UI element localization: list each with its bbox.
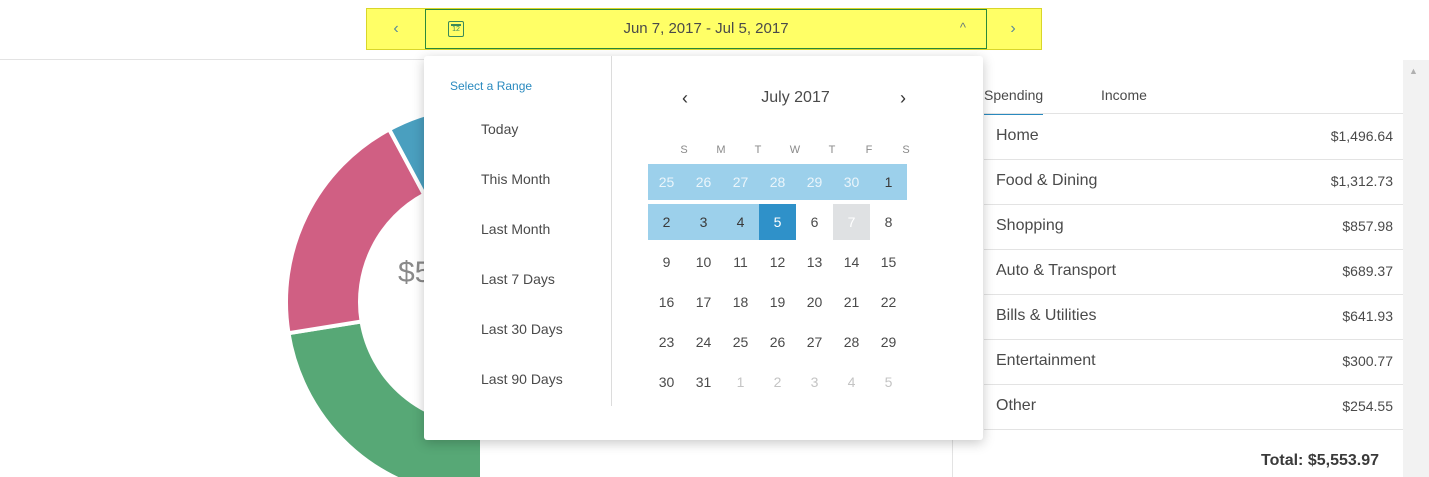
- range-last-month[interactable]: Last Month: [481, 221, 550, 237]
- calendar-day[interactable]: 5: [759, 204, 796, 240]
- chevron-left-icon: ‹: [393, 20, 399, 37]
- date-range-toggle[interactable]: 12 Jun 7, 2017 - Jul 5, 2017 ^: [425, 9, 987, 49]
- date-range-picker: Select a Range Today This Month Last Mon…: [424, 56, 983, 440]
- calendar-day[interactable]: 26: [759, 324, 796, 360]
- scrollbar[interactable]: [1403, 60, 1429, 477]
- category-row[interactable]: Home $1,496.64: [984, 115, 1403, 160]
- calendar-day[interactable]: 28: [759, 164, 796, 200]
- range-last-30-days[interactable]: Last 30 Days: [481, 321, 563, 337]
- calendar-day[interactable]: 10: [685, 244, 722, 280]
- calendar-day[interactable]: 2: [648, 204, 685, 240]
- chevron-up-icon: ^: [959, 20, 966, 35]
- calendar-day[interactable]: 30: [648, 364, 685, 400]
- category-amount: $641.93: [1342, 308, 1393, 324]
- category-row[interactable]: Food & Dining $1,312.73: [984, 160, 1403, 205]
- calendar-month-label: July 2017: [761, 89, 830, 106]
- tab-income[interactable]: Income: [1101, 87, 1147, 113]
- calendar-day[interactable]: 4: [722, 204, 759, 240]
- calendar-header: ‹ July 2017 ›: [612, 88, 983, 112]
- calendar-day[interactable]: 25: [722, 324, 759, 360]
- total-amount: Total: $5,553.97: [1261, 452, 1379, 469]
- calendar-day[interactable]: 18: [722, 284, 759, 320]
- calendar-day[interactable]: 31: [685, 364, 722, 400]
- calendar-day[interactable]: 19: [759, 284, 796, 320]
- ranges-title: Select a Range: [450, 79, 533, 93]
- calendar-day[interactable]: 15: [870, 244, 907, 280]
- calendar-day[interactable]: 4: [833, 364, 870, 400]
- calendar-day[interactable]: 7: [833, 204, 870, 240]
- calendar-day[interactable]: 26: [685, 164, 722, 200]
- weekday-header: S: [680, 144, 688, 156]
- calendar-day[interactable]: 29: [870, 324, 907, 360]
- calendar-day[interactable]: 12: [759, 244, 796, 280]
- range-this-month[interactable]: This Month: [481, 171, 550, 187]
- date-range-label: Jun 7, 2017 - Jul 5, 2017: [623, 20, 789, 37]
- calendar-day[interactable]: 24: [685, 324, 722, 360]
- category-row[interactable]: Bills & Utilities $641.93: [984, 295, 1403, 340]
- category-name: Shopping: [996, 217, 1064, 234]
- calendar-day[interactable]: 14: [833, 244, 870, 280]
- weekday-header: T: [828, 144, 836, 156]
- calendar-day[interactable]: 9: [648, 244, 685, 280]
- weekday-header: F: [865, 144, 873, 156]
- range-today[interactable]: Today: [481, 121, 518, 137]
- calendar-day[interactable]: 25: [648, 164, 685, 200]
- weekday-header: W: [789, 144, 801, 156]
- weekday-header: S: [902, 144, 910, 156]
- calendar-day[interactable]: 3: [685, 204, 722, 240]
- calendar-day[interactable]: 17: [685, 284, 722, 320]
- category-name: Bills & Utilities: [996, 307, 1097, 324]
- calendar-day[interactable]: 6: [796, 204, 833, 240]
- next-month-button[interactable]: ›: [900, 88, 906, 109]
- calendar-day[interactable]: 27: [796, 324, 833, 360]
- category-name: Other: [996, 397, 1037, 414]
- range-last-90-days[interactable]: Last 90 Days: [481, 371, 563, 387]
- category-amount: $689.37: [1342, 263, 1393, 279]
- category-row[interactable]: Entertainment $300.77: [984, 340, 1403, 385]
- calendar-day[interactable]: 16: [648, 284, 685, 320]
- category-amount: $1,312.73: [1330, 173, 1393, 189]
- date-range-bar: ‹ 12 Jun 7, 2017 - Jul 5, 2017 ^ ›: [366, 8, 1042, 50]
- category-amount: $1,496.64: [1330, 128, 1393, 144]
- weekday-header: M: [716, 144, 726, 156]
- calendar-day[interactable]: 30: [833, 164, 870, 200]
- next-period-button[interactable]: ›: [985, 9, 1041, 49]
- calendar-day[interactable]: 23: [648, 324, 685, 360]
- category-name: Home: [996, 127, 1039, 144]
- calendar-day[interactable]: 5: [870, 364, 907, 400]
- calendar-day[interactable]: 1: [870, 164, 907, 200]
- category-amount: $857.98: [1342, 218, 1393, 234]
- tabs-divider: [984, 113, 1403, 114]
- tab-spending[interactable]: Spending: [984, 87, 1044, 115]
- calendar-day[interactable]: 13: [796, 244, 833, 280]
- category-name: Entertainment: [996, 352, 1096, 369]
- calendar-day[interactable]: 8: [870, 204, 907, 240]
- chevron-right-icon: ›: [1010, 20, 1016, 37]
- calendar-day[interactable]: 22: [870, 284, 907, 320]
- calendar-day[interactable]: 27: [722, 164, 759, 200]
- calendar-day[interactable]: 3: [796, 364, 833, 400]
- category-amount: $254.55: [1342, 398, 1393, 414]
- weekday-header: T: [754, 144, 762, 156]
- category-name: Auto & Transport: [996, 262, 1117, 279]
- calendar-day[interactable]: 29: [796, 164, 833, 200]
- previous-period-button[interactable]: ‹: [367, 9, 425, 49]
- range-last-7-days[interactable]: Last 7 Days: [481, 271, 555, 287]
- calendar-day[interactable]: 2: [759, 364, 796, 400]
- calendar-day[interactable]: 28: [833, 324, 870, 360]
- calendar-day[interactable]: 21: [833, 284, 870, 320]
- calendar-day[interactable]: 11: [722, 244, 759, 280]
- preset-ranges: Select a Range Today This Month Last Mon…: [424, 56, 612, 406]
- category-amount: $300.77: [1342, 353, 1393, 369]
- category-row[interactable]: Other $254.55: [984, 385, 1403, 430]
- category-row[interactable]: Auto & Transport $689.37: [984, 250, 1403, 295]
- scroll-up-icon[interactable]: ▲: [1409, 66, 1418, 76]
- category-name: Food & Dining: [996, 172, 1098, 189]
- calendar-day[interactable]: 1: [722, 364, 759, 400]
- category-row[interactable]: Shopping $857.98: [984, 205, 1403, 250]
- calendar-day[interactable]: 20: [796, 284, 833, 320]
